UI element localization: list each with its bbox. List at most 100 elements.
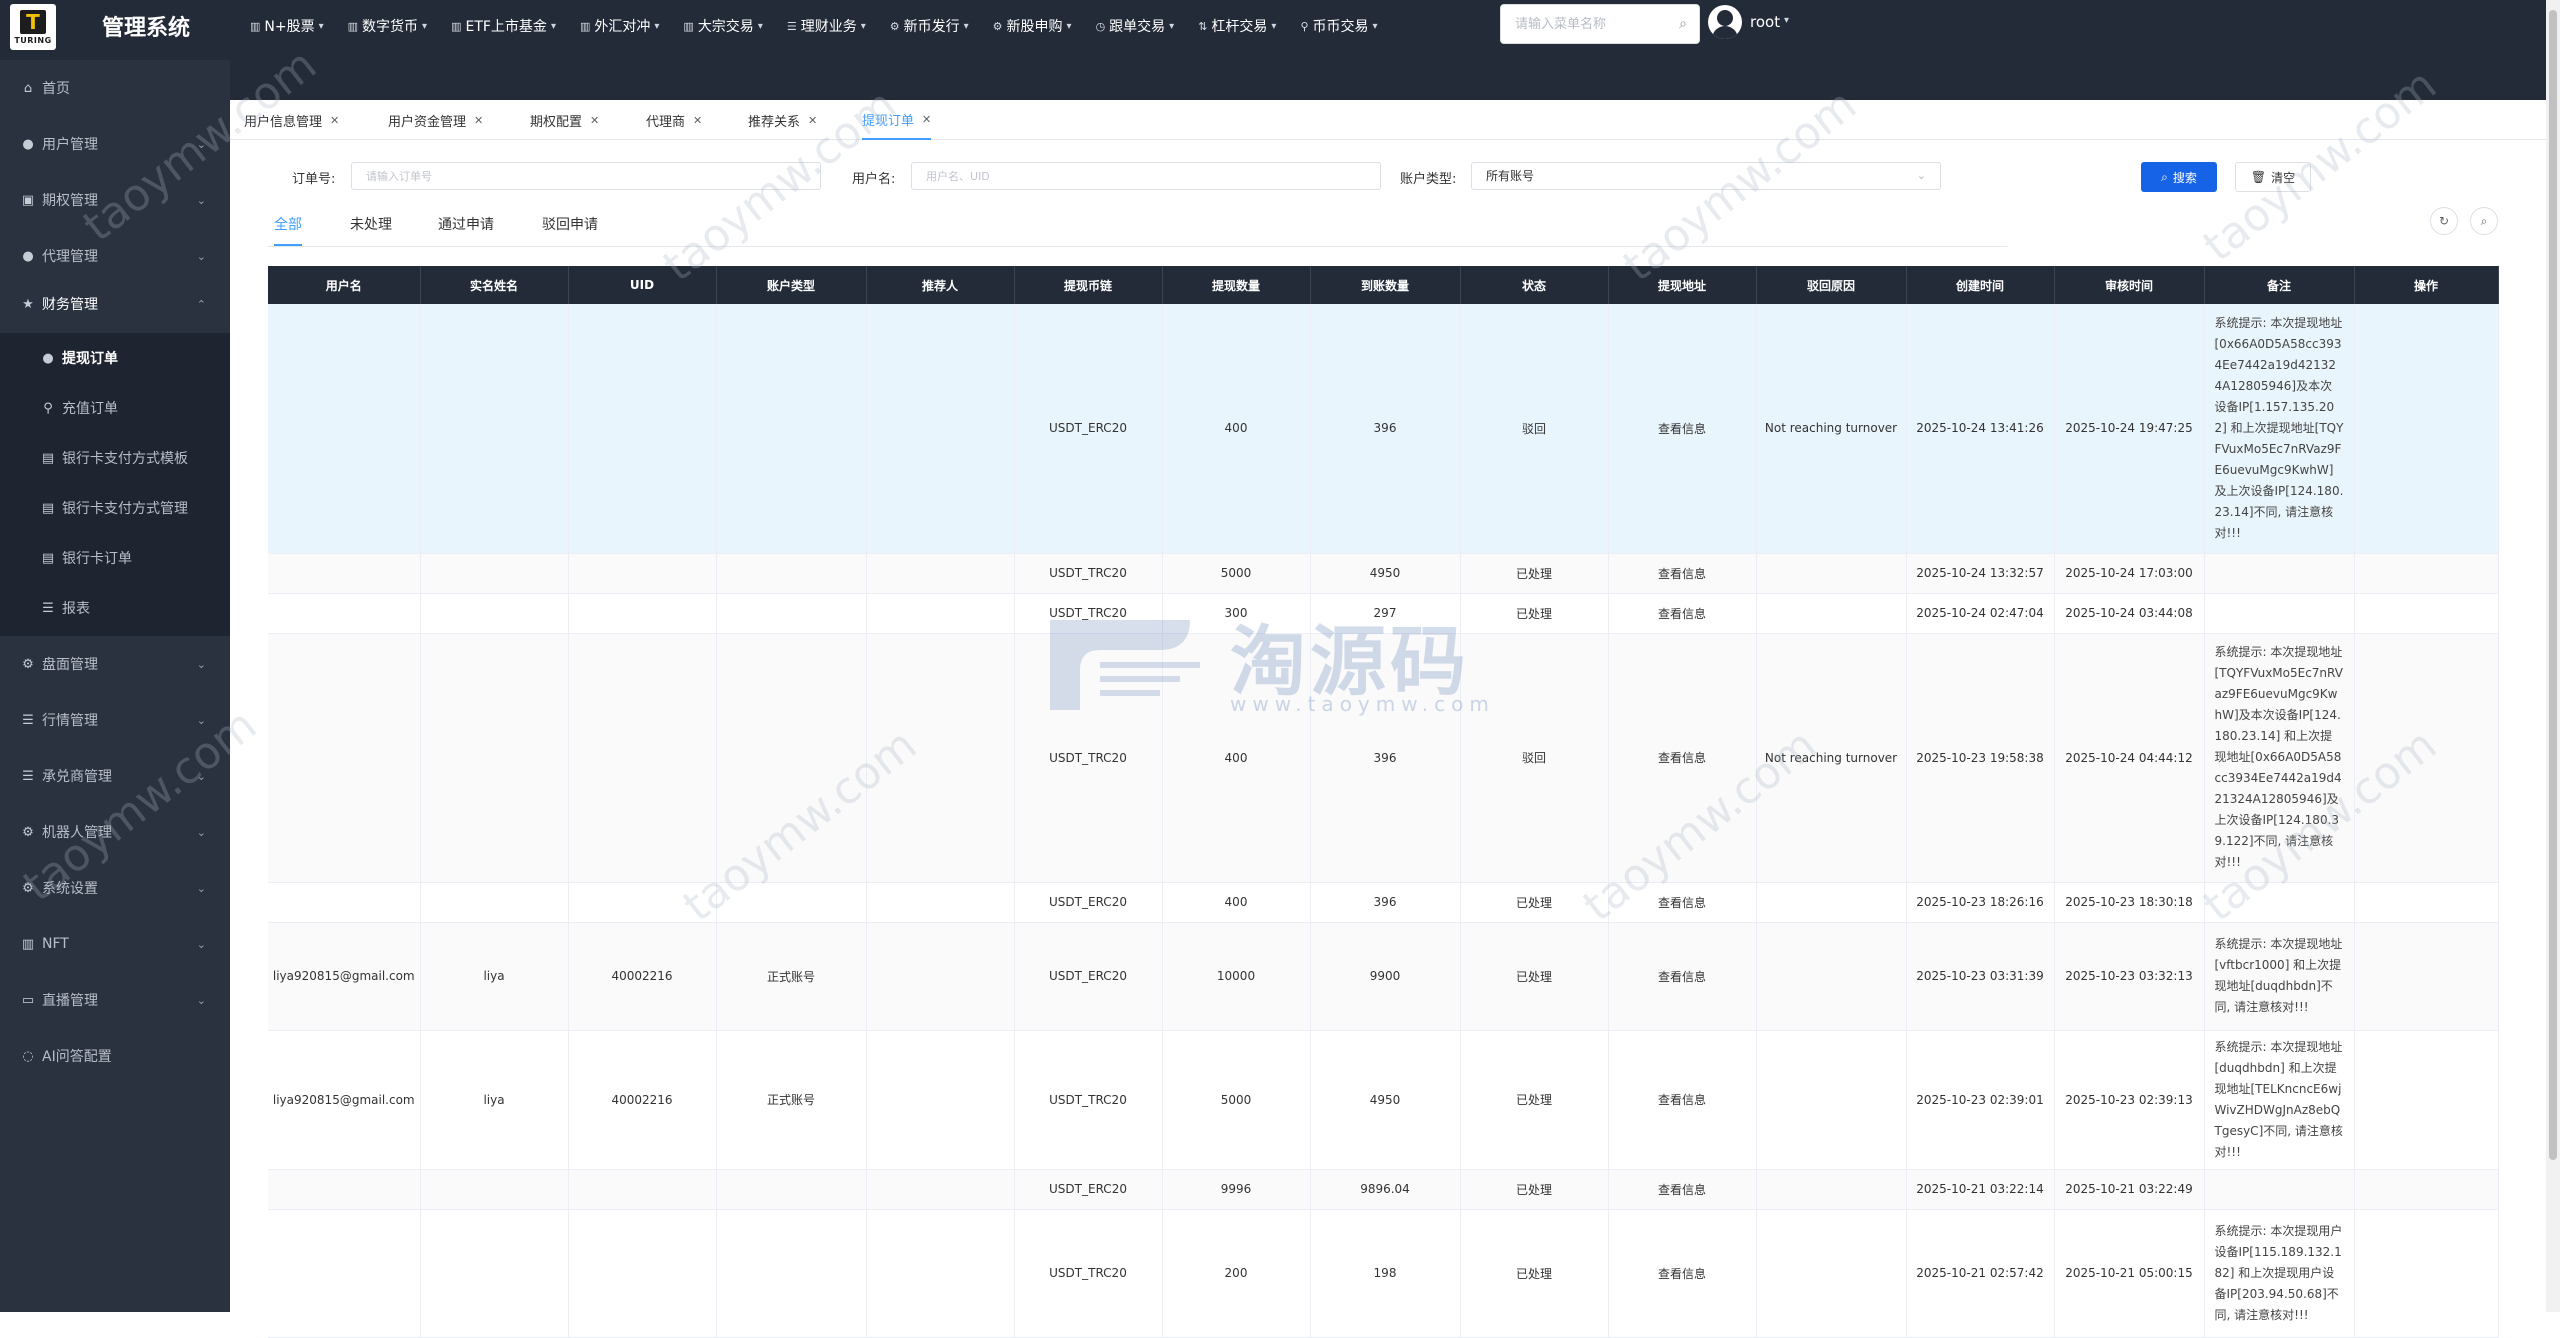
chevron-down-icon: ⌄ [196,993,206,1007]
clock-icon: ◷ [1095,19,1106,33]
cell-username[interactable] [268,882,421,923]
table-row[interactable]: USDT_ERC20 400 396 已处理 查看信息 2025-10-23 1… [268,882,2499,923]
tab-user-funds[interactable]: 用户资金管理 ✕ [388,100,483,140]
close-icon[interactable]: ✕ [590,114,599,127]
chevron-down-icon: ⌄ [196,769,206,783]
top-nav-wealth[interactable]: ☰ 理财业务 ▾ [787,16,866,36]
cell-remark: 系统提示: 本次提现地址[TQYFVuxMo5Ec7nRVaz9FE6uevuM… [2204,633,2355,883]
avatar[interactable] [1708,5,1742,39]
sidebar-item-settings[interactable]: ⚙ 系统设置 ⌄ [0,860,230,916]
sidebar-item-bank-payment[interactable]: ▤ 银行卡支付方式管理 [0,483,230,533]
gear-icon: ⚙ [22,824,34,840]
tab-user-info[interactable]: 用户信息管理 ✕ [244,100,339,140]
tab-all[interactable]: 全部 [274,214,302,246]
sidebar-item-options[interactable]: ▣ 期权管理 ⌄ [0,172,230,228]
sidebar-item-home[interactable]: ⌂ 首页 [0,60,230,116]
agent-icon: ● [22,248,34,264]
tab-agents[interactable]: 代理商 ✕ [646,100,702,140]
sidebar-item-bank-template[interactable]: ▤ 银行卡支付方式模板 [0,433,230,483]
table-row[interactable]: USDT_TRC20 300 297 已处理 查看信息 2025-10-24 0… [268,593,2499,634]
view-info-link[interactable]: 查看信息 [1608,553,1757,594]
cell-username[interactable] [268,553,421,594]
table-row[interactable]: USDT_TRC20 400 396 驳回 查看信息 Not reaching … [268,633,2499,883]
cell-username[interactable]: liya920815@gmail.com [268,1030,421,1170]
toggle-search-button[interactable]: ⌕ [2470,207,2498,235]
close-icon[interactable]: ✕ [922,113,931,126]
top-nav-spot[interactable]: ⚲ 币币交易 ▾ [1300,16,1377,36]
cell-username[interactable] [268,593,421,634]
table-row[interactable]: USDT_TRC20 200 198 已处理 查看信息 2025-10-21 0… [268,1209,2499,1338]
top-nav-crypto[interactable]: ▥ 数字货币 ▾ [348,16,427,36]
top-nav-block-trade[interactable]: ▥ 大宗交易 ▾ [683,16,762,36]
view-info-link[interactable]: 查看信息 [1608,633,1757,883]
refresh-button[interactable]: ↻ [2430,207,2458,235]
sidebar-item-bank-orders[interactable]: ▤ 银行卡订单 [0,533,230,583]
close-icon[interactable]: ✕ [474,114,483,127]
top-nav-new-coin[interactable]: ⚙ 新币发行 ▾ [890,16,969,36]
sidebar-item-quotes[interactable]: ☰ 行情管理 ⌄ [0,692,230,748]
user-name[interactable]: root [1750,13,1780,31]
top-nav-ipo[interactable]: ⚙ 新股申购 ▾ [993,16,1072,36]
tab-pending[interactable]: 未处理 [350,214,392,246]
cell-uid: 40002216 [568,1030,717,1170]
table-row[interactable]: USDT_ERC20 400 396 驳回 查看信息 Not reaching … [268,304,2499,554]
sidebar-item-reports[interactable]: ☰ 报表 [0,583,230,633]
sidebar-item-finance[interactable]: ★ 财务管理 ⌃ [0,276,230,332]
view-info-link[interactable]: 查看信息 [1608,882,1757,923]
view-info-link[interactable]: 查看信息 [1608,1209,1757,1338]
tab-rejected[interactable]: 驳回申请 [542,214,598,246]
chevron-down-icon[interactable]: ▾ [1784,15,1789,26]
sidebar-item-nft[interactable]: ▥ NFT ⌄ [0,916,230,972]
account-type-select[interactable]: 所有账号 ⌄ [1471,162,1941,190]
sidebar-item-users[interactable]: ● 用户管理 ⌄ [0,116,230,172]
menu-search-input[interactable] [1501,5,1661,43]
tab-referrals[interactable]: 推荐关系 ✕ [748,100,817,140]
sidebar-item-acceptors[interactable]: ☰ 承兑商管理 ⌄ [0,748,230,804]
top-nav-leverage[interactable]: ⇅ 杠杆交易 ▾ [1198,16,1276,36]
close-icon[interactable]: ✕ [330,114,339,127]
sidebar-item-ai[interactable]: ◌ AI问答配置 [0,1028,230,1084]
table-row[interactable]: liya920815@gmail.com liya 40002216 正式账号 … [268,1030,2499,1170]
cell-username[interactable] [268,1209,421,1338]
page-scrollbar[interactable] [2546,0,2560,1312]
view-info-link[interactable]: 查看信息 [1608,304,1757,554]
table-row[interactable]: USDT_ERC20 9996 9896.04 已处理 查看信息 2025-10… [268,1169,2499,1210]
view-info-link[interactable]: 查看信息 [1608,593,1757,634]
top-nav-copy-trade[interactable]: ◷ 跟单交易 ▾ [1096,16,1175,36]
tab-approved[interactable]: 通过申请 [438,214,494,246]
scrollbar-thumb[interactable] [2549,10,2557,1160]
order-input[interactable] [352,163,820,189]
close-icon[interactable]: ✕ [693,114,702,127]
view-info-link[interactable]: 查看信息 [1608,1169,1757,1210]
col-username: 用户名 [268,266,421,304]
cell-uid [568,304,717,554]
top-nav-etf[interactable]: ▥ ETF上市基金 ▾ [451,16,556,36]
cell-username[interactable] [268,633,421,883]
doc-icon: ▤ [41,500,55,516]
top-nav-stocks[interactable]: ▥ N+股票 ▾ [250,16,324,36]
table-row[interactable]: USDT_TRC20 5000 4950 已处理 查看信息 2025-10-24… [268,553,2499,594]
clear-button[interactable]: 🗑 清空 [2235,162,2311,192]
tab-withdraw-orders[interactable]: 提现订单 ✕ [862,100,932,140]
logo[interactable]: T TURING [10,4,56,50]
cell-username[interactable]: liya920815@gmail.com [268,922,421,1031]
search-button[interactable]: ⌕ 搜索 [2141,162,2217,192]
view-info-link[interactable]: 查看信息 [1608,922,1757,1031]
tab-option-config[interactable]: 期权配置 ✕ [530,100,599,140]
cell-uid [568,1209,717,1338]
user-input[interactable] [912,163,1380,189]
sidebar-item-market-board[interactable]: ⚙ 盘面管理 ⌄ [0,636,230,692]
sidebar-item-live[interactable]: ▭ 直播管理 ⌄ [0,972,230,1028]
cell-received: 4950 [1310,553,1461,594]
table-row[interactable]: liya920815@gmail.com liya 40002216 正式账号 … [268,922,2499,1031]
col-chain: 提现币链 [1014,266,1163,304]
search-icon[interactable]: ⌕ [1679,16,1687,32]
cell-username[interactable] [268,304,421,554]
sidebar-item-recharge-orders[interactable]: ⚲ 充值订单 [0,383,230,433]
view-info-link[interactable]: 查看信息 [1608,1030,1757,1170]
top-nav-forex[interactable]: ▥ 外汇对冲 ▾ [580,16,659,36]
cell-username[interactable] [268,1169,421,1210]
close-icon[interactable]: ✕ [808,114,817,127]
sidebar-item-withdraw-orders[interactable]: ● 提现订单 [0,333,230,383]
sidebar-item-robots[interactable]: ⚙ 机器人管理 ⌄ [0,804,230,860]
